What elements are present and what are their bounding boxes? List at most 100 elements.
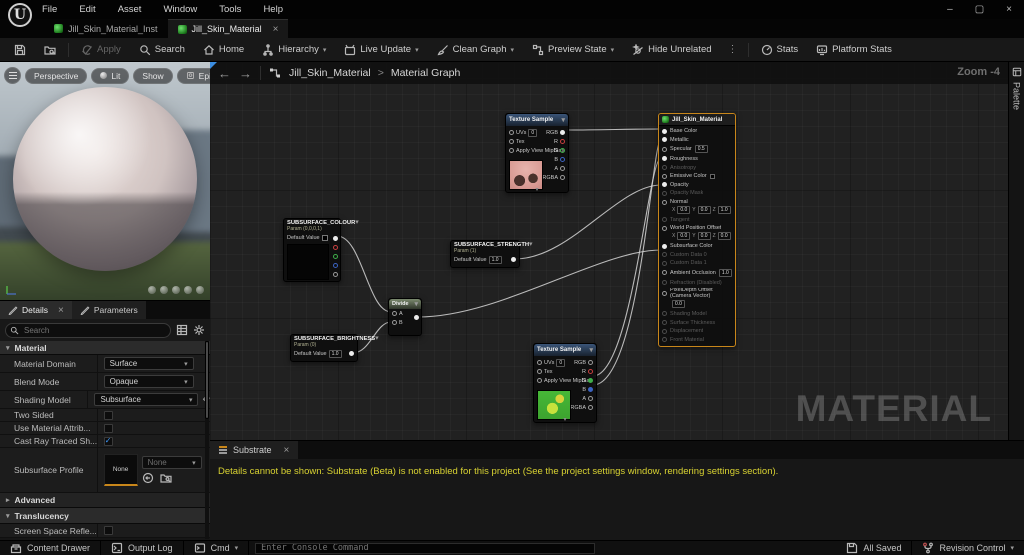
- platform-stats-button[interactable]: Platform Stats: [810, 41, 898, 59]
- output-pin[interactable]: [349, 351, 354, 356]
- input-pin[interactable]: [509, 130, 514, 135]
- close-button[interactable]: ×: [1006, 4, 1012, 15]
- hierarchy-button[interactable]: Hierarchy ▾: [256, 41, 332, 59]
- shading-model-dropdown[interactable]: Subsurface ▾: [94, 393, 199, 406]
- blend-mode-dropdown[interactable]: Opaque ▾: [103, 375, 194, 388]
- output-pin-g[interactable]: [560, 148, 565, 153]
- shape-cube-button[interactable]: [184, 286, 192, 294]
- output-pin-g[interactable]: [588, 378, 593, 383]
- expand-icon[interactable]: ▾: [535, 186, 538, 193]
- pin-normal[interactable]: [662, 199, 667, 205]
- perspective-button[interactable]: Perspective: [25, 67, 88, 84]
- revision-control-button[interactable]: Revision Control ▾: [912, 541, 1024, 555]
- pin-opacity-mask[interactable]: [662, 190, 667, 196]
- close-icon[interactable]: ×: [284, 445, 290, 456]
- pin-surface-thickness[interactable]: [662, 320, 667, 326]
- tab-close-icon[interactable]: ×: [273, 24, 279, 35]
- tab-parameters[interactable]: Parameters: [71, 301, 146, 319]
- collapse-icon[interactable]: ▾: [561, 116, 565, 124]
- subsurface-strength-node[interactable]: SUBSURFACE_STRENGTH ▾ Param (1) Default Va…: [450, 240, 533, 268]
- divide-node[interactable]: Divide ▾ A B: [388, 298, 422, 336]
- preview-viewport[interactable]: Perspective Lit Show Epic Hea: [0, 62, 210, 300]
- pin-displacement[interactable]: [662, 328, 667, 334]
- viewport-menu-button[interactable]: [4, 67, 21, 84]
- save-button[interactable]: [8, 41, 32, 59]
- material-result-node[interactable]: Jill_Skin_Material Base Color Metallic S…: [658, 113, 736, 347]
- preview-mesh-button[interactable]: Epic Hea: [176, 67, 210, 84]
- pin-subsurface-color[interactable]: [662, 243, 667, 249]
- shape-mesh-button[interactable]: [196, 286, 204, 294]
- output-pin-rgb[interactable]: [333, 236, 338, 241]
- cast-ray-traced-checkbox[interactable]: [103, 436, 113, 446]
- tab-jill-skin-material[interactable]: Jill_Skin_Material ×: [167, 19, 289, 38]
- input-pin[interactable]: [509, 139, 514, 144]
- pin-refraction[interactable]: [662, 280, 667, 286]
- subsurface-profile-dropdown[interactable]: None ▾: [141, 456, 202, 469]
- menu-window[interactable]: Window: [163, 4, 197, 15]
- menu-tools[interactable]: Tools: [219, 4, 241, 15]
- home-button[interactable]: Home: [197, 41, 250, 59]
- clean-graph-button[interactable]: Clean Graph ▾: [431, 41, 520, 59]
- menu-asset[interactable]: Asset: [118, 4, 142, 15]
- show-button[interactable]: Show: [133, 67, 173, 84]
- pin-front-material[interactable]: [662, 337, 667, 343]
- input-pin[interactable]: [537, 360, 542, 365]
- pin-base-color[interactable]: [662, 128, 667, 134]
- preview-state-button[interactable]: Preview State ▾: [526, 41, 620, 59]
- tab-jill-skin-material-inst[interactable]: Jill_Skin_Material_Inst: [44, 19, 168, 38]
- unreal-logo[interactable]: U: [8, 3, 32, 27]
- material-domain-dropdown[interactable]: Surface ▾: [103, 357, 194, 370]
- collapse-icon[interactable]: ▾: [375, 335, 379, 342]
- output-pin-r[interactable]: [333, 245, 338, 250]
- section-material[interactable]: ▾ Material: [0, 341, 210, 355]
- pin-anisotropy[interactable]: [662, 165, 667, 171]
- pin-pixel-depth-offset[interactable]: [662, 291, 667, 297]
- pin-roughness[interactable]: [662, 156, 667, 162]
- console-command-input[interactable]: [255, 542, 596, 554]
- use-selected-icon[interactable]: [142, 472, 154, 484]
- output-pin-r[interactable]: [588, 369, 593, 374]
- input-pin-b[interactable]: [392, 320, 397, 325]
- output-pin-a[interactable]: [333, 272, 338, 277]
- section-translucency[interactable]: ▾ Translucency: [0, 508, 210, 524]
- tab-substrate[interactable]: Substrate ×: [210, 441, 299, 459]
- output-pin[interactable]: [511, 257, 516, 262]
- apply-button[interactable]: Apply: [75, 41, 127, 59]
- pin-ambient-occlusion[interactable]: [662, 270, 667, 276]
- two-sided-checkbox[interactable]: [103, 410, 113, 420]
- collapse-icon[interactable]: ▾: [529, 241, 533, 248]
- pin-specular[interactable]: [662, 146, 667, 152]
- details-search-input[interactable]: [5, 322, 171, 338]
- content-drawer-button[interactable]: Content Drawer: [0, 541, 102, 555]
- pin-tangent[interactable]: [662, 217, 667, 223]
- section-advanced[interactable]: ▸ Advanced: [0, 493, 210, 508]
- collapse-icon[interactable]: ▾: [355, 219, 359, 226]
- texture-sample-node-top[interactable]: Texture Sample ▾ UVs 0 Tex Apply View MipB…: [505, 113, 569, 193]
- output-pin-a[interactable]: [588, 396, 593, 401]
- lit-mode-button[interactable]: Lit: [91, 67, 130, 84]
- input-pin-a[interactable]: [392, 311, 397, 316]
- all-saved-button[interactable]: All Saved: [836, 541, 913, 555]
- pin-custom-data-0[interactable]: [662, 252, 667, 258]
- output-pin-g[interactable]: [333, 254, 338, 259]
- pin-metallic[interactable]: [662, 137, 667, 143]
- output-pin-b[interactable]: [560, 157, 565, 162]
- pin-shading-model[interactable]: [662, 311, 667, 317]
- shape-sphere-button[interactable]: [160, 286, 168, 294]
- hide-unrelated-button[interactable]: Hide Unrelated: [626, 41, 717, 59]
- browse-to-asset-icon[interactable]: [159, 472, 172, 484]
- menu-help[interactable]: Help: [263, 4, 283, 15]
- material-graph-canvas[interactable]: ← → Jill_Skin_Material > Material Graph …: [210, 62, 1008, 440]
- output-pin-a[interactable]: [560, 166, 565, 171]
- output-pin-rgb[interactable]: [560, 130, 565, 135]
- back-button[interactable]: ←: [218, 66, 231, 81]
- pin-world-position-offset[interactable]: [662, 225, 667, 231]
- cmd-button[interactable]: Cmd ▾: [184, 541, 250, 555]
- menu-file[interactable]: File: [42, 4, 57, 15]
- view-options-icon[interactable]: [176, 324, 188, 336]
- color-swatch[interactable]: [709, 173, 715, 179]
- texture-sample-node-bottom[interactable]: Texture Sample ▾ UVs 0 Tex Apply View MipB…: [533, 343, 597, 423]
- input-pin[interactable]: [537, 369, 542, 374]
- breadcrumb-asset[interactable]: Jill_Skin_Material: [289, 67, 371, 79]
- maximize-button[interactable]: ▢: [975, 4, 984, 15]
